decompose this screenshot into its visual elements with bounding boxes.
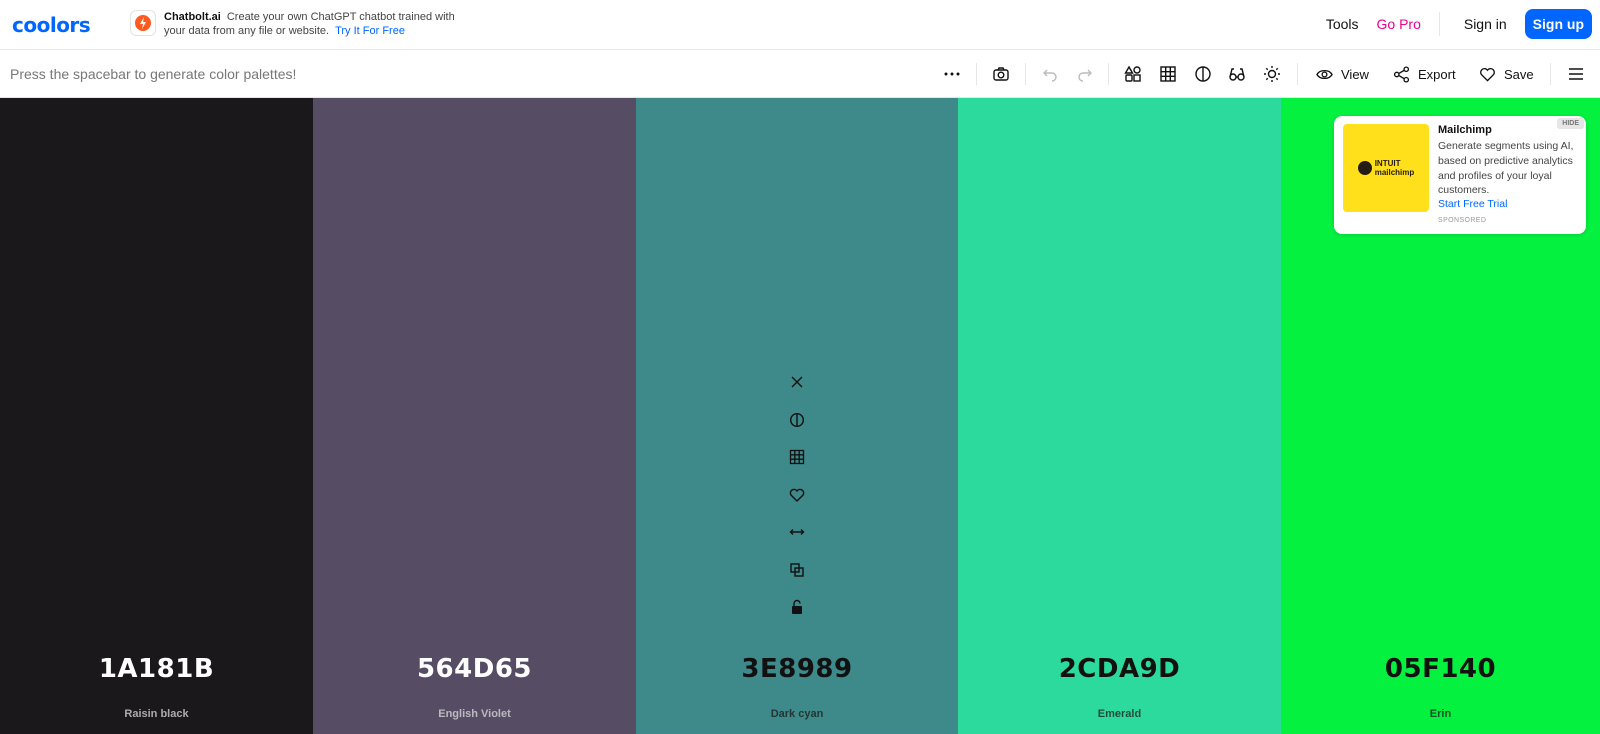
color-name[interactable]: Erin — [1430, 708, 1451, 720]
toolbar-divider — [1297, 63, 1298, 85]
save-button[interactable]: Save — [1479, 62, 1534, 86]
shades-grid-icon[interactable] — [785, 445, 809, 469]
toolbar-divider — [1550, 63, 1551, 85]
header-divider — [1438, 12, 1440, 36]
camera-icon[interactable] — [989, 62, 1013, 86]
color-swatch[interactable]: 3E8989 Dark cyan — [636, 98, 958, 734]
coolors-logo[interactable]: coolors — [12, 13, 91, 37]
view-button[interactable]: View — [1316, 62, 1369, 86]
copy-icon[interactable] — [785, 558, 809, 582]
unlock-icon[interactable] — [785, 595, 809, 619]
color-swatch[interactable]: 564D65 English Violet — [313, 98, 636, 734]
save-label: Save — [1504, 66, 1534, 82]
ad-body: Generate segments using AI, based on pre… — [1438, 140, 1574, 197]
close-icon[interactable] — [785, 370, 809, 394]
promo-banner[interactable]: Chatbolt.ai Create your own ChatGPT chatb… — [130, 10, 464, 38]
generate-hint: Press the spacebar to generate color pal… — [10, 66, 297, 82]
heart-icon — [1480, 67, 1495, 82]
export-label: Export — [1418, 66, 1456, 82]
contrast-icon[interactable] — [1191, 62, 1215, 86]
toolbar-divider — [976, 63, 977, 85]
redo-icon[interactable] — [1073, 62, 1097, 86]
contrast-icon[interactable] — [785, 408, 809, 432]
mailchimp-logo: INTUIT mailchimp — [1357, 159, 1415, 177]
ad-image[interactable]: INTUIT mailchimp — [1343, 124, 1429, 212]
ad-title[interactable]: Mailchimp — [1438, 124, 1492, 136]
eye-icon — [1316, 69, 1333, 79]
chatbolt-icon — [130, 10, 156, 36]
color-hex[interactable]: 564D65 — [417, 654, 532, 684]
ad-hide-button[interactable]: HIDE — [1557, 118, 1584, 129]
promo-text: Chatbolt.ai Create your own ChatGPT chatb… — [164, 10, 464, 38]
sign-up-button[interactable]: Sign up — [1524, 9, 1592, 39]
coolors-app: coolors Chatbolt.ai Create your own ChatG… — [0, 0, 1600, 734]
toolbar-divider — [1025, 63, 1026, 85]
shapes-icon[interactable] — [1121, 62, 1145, 86]
undo-icon[interactable] — [1038, 62, 1062, 86]
swatch-toolbar — [785, 370, 809, 633]
top-header: coolors Chatbolt.ai Create your own ChatG… — [0, 0, 1600, 50]
glasses-icon[interactable] — [1225, 62, 1249, 86]
color-name[interactable]: Emerald — [1098, 708, 1141, 720]
color-name[interactable]: Raisin black — [124, 708, 188, 720]
color-swatch[interactable]: 1A181B Raisin black — [0, 98, 313, 734]
promo-brand: Chatbolt.ai — [164, 11, 221, 23]
share-icon — [1393, 65, 1410, 83]
promo-link[interactable]: Try It For Free — [335, 25, 405, 37]
more-icon[interactable] — [940, 62, 964, 86]
palette-toolbar: Press the spacebar to generate color pal… — [0, 50, 1600, 98]
ad-cta-link[interactable]: Start Free Trial — [1438, 198, 1507, 210]
color-name[interactable]: Dark cyan — [771, 708, 824, 720]
ad-logo-line2: mailchimp — [1374, 168, 1415, 177]
sign-in-link[interactable]: Sign in — [1464, 16, 1507, 32]
color-hex[interactable]: 3E8989 — [741, 654, 852, 684]
drag-icon[interactable] — [785, 520, 809, 544]
brightness-icon[interactable] — [1260, 62, 1284, 86]
view-label: View — [1341, 66, 1369, 82]
toolbar-divider — [1108, 63, 1109, 85]
export-button[interactable]: Export — [1393, 62, 1456, 86]
go-pro-link[interactable]: Go Pro — [1377, 16, 1421, 32]
heart-icon[interactable] — [785, 483, 809, 507]
tools-link[interactable]: Tools — [1326, 16, 1359, 32]
color-swatch[interactable]: 2CDA9D Emerald — [958, 98, 1281, 734]
color-hex[interactable]: 05F140 — [1385, 654, 1496, 684]
color-hex[interactable]: 1A181B — [99, 654, 214, 684]
header-nav: Tools Go Pro Sign in Sign up — [1302, 9, 1592, 39]
menu-icon[interactable] — [1564, 62, 1588, 86]
freddie-icon — [1357, 161, 1372, 175]
grid-icon[interactable] — [1156, 62, 1180, 86]
color-name[interactable]: English Violet — [438, 708, 511, 720]
ad-logo-line1: INTUIT — [1374, 159, 1401, 168]
ad-sponsored-label: SPONSORED — [1438, 217, 1487, 224]
color-hex[interactable]: 2CDA9D — [1059, 654, 1181, 684]
sponsored-ad[interactable]: INTUIT mailchimp Mailchimp Generate segme… — [1334, 116, 1586, 234]
